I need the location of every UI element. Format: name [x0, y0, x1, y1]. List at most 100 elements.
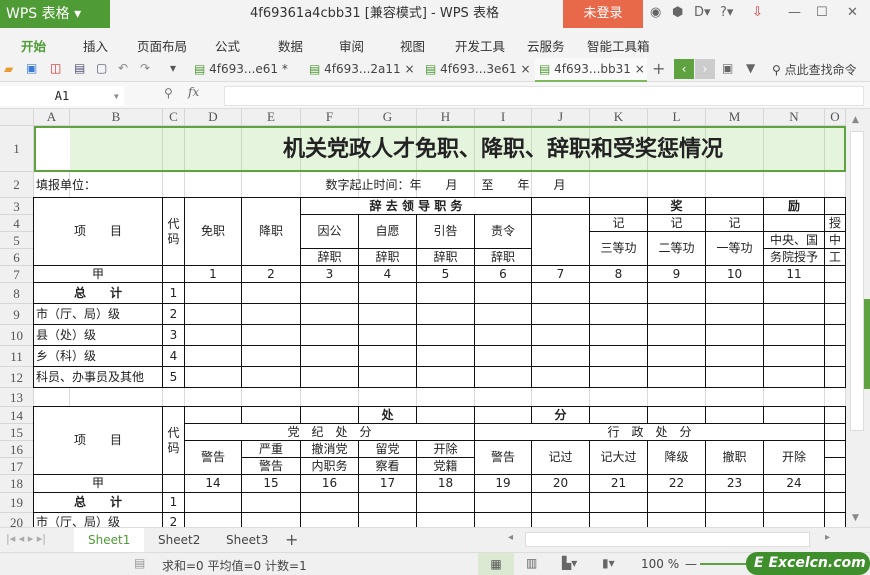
cell-e18[interactable]: 15 [241, 474, 301, 493]
cell-c12[interactable]: 5 [162, 366, 185, 388]
cell-n16[interactable]: 开除 [763, 440, 825, 475]
form-cell[interactable] [763, 492, 825, 513]
cell-e16[interactable]: 严重 [241, 440, 301, 458]
cell-g18[interactable]: 17 [358, 474, 417, 493]
zoom-slider[interactable] [700, 563, 750, 565]
grid-cell[interactable] [301, 388, 359, 407]
form-cell[interactable] [824, 492, 846, 513]
skin-icon[interactable]: ◉ [650, 5, 661, 20]
cell-l5[interactable]: 二等功 [647, 231, 706, 266]
row-header[interactable]: 12 [0, 367, 34, 388]
cell-l4[interactable]: 记 [647, 214, 706, 232]
cell-a11[interactable]: 乡（科）级 [33, 345, 163, 367]
form-cell[interactable] [531, 366, 590, 388]
open-icon[interactable]: ▰ [4, 62, 13, 76]
grid-cell[interactable] [163, 388, 185, 407]
cell-h4[interactable]: 引咎 [416, 214, 475, 249]
cell-g7[interactable]: 4 [358, 265, 417, 283]
form-cell[interactable] [416, 282, 475, 304]
column-header[interactable]: N [764, 109, 825, 126]
column-header[interactable]: C [163, 109, 185, 126]
column-header[interactable]: J [532, 109, 590, 126]
form-cell[interactable] [416, 324, 475, 346]
tab-prev-icon[interactable]: ‹ [674, 59, 694, 79]
cell-n18[interactable]: 24 [763, 474, 825, 493]
row-header[interactable]: 6 [0, 249, 34, 266]
form-cell[interactable] [416, 303, 475, 325]
form-cell[interactable] [647, 303, 706, 325]
form-cell[interactable] [416, 345, 475, 367]
grid-cell[interactable] [242, 172, 301, 198]
menu-smart-tools[interactable]: 智能工具箱 [587, 36, 650, 55]
cell-f16[interactable]: 撤消党 [300, 440, 359, 458]
add-sheet-icon[interactable]: + [285, 530, 298, 549]
form-cell[interactable] [705, 406, 764, 424]
row-header[interactable]: 4 [0, 215, 34, 232]
formula-input[interactable] [224, 86, 864, 106]
select-all-corner[interactable] [0, 109, 34, 126]
cell-f3[interactable]: 辞 去 领 导 职 务 [300, 197, 532, 215]
cell-l18[interactable]: 22 [647, 474, 706, 493]
cell-a20[interactable]: 市（厅、局）级 [33, 512, 163, 527]
row-header[interactable]: 10 [0, 325, 34, 346]
form-cell[interactable] [474, 324, 532, 346]
form-cell[interactable] [531, 214, 590, 266]
row-header[interactable]: 19 [0, 493, 34, 513]
cell-h18[interactable]: 18 [416, 474, 475, 493]
form-cell[interactable] [358, 303, 417, 325]
form-cell[interactable] [300, 512, 359, 527]
form-cell[interactable] [474, 345, 532, 367]
cell-c20[interactable]: 2 [162, 512, 185, 527]
form-cell[interactable] [241, 406, 301, 424]
form-cell[interactable] [763, 303, 825, 325]
form-cell[interactable] [705, 303, 764, 325]
form-cell[interactable] [300, 345, 359, 367]
column-header[interactable]: O [825, 109, 846, 126]
grid-cell[interactable] [34, 388, 70, 407]
zoom-level[interactable]: 100 % [641, 557, 679, 571]
cell-e17[interactable]: 警告 [241, 457, 301, 475]
row-header[interactable]: 1 [0, 126, 34, 172]
form-cell[interactable] [824, 512, 846, 527]
form-cell[interactable] [763, 324, 825, 346]
cell-a14[interactable]: 项 目 [33, 406, 163, 475]
form-cell[interactable] [589, 324, 648, 346]
form-cell[interactable] [241, 512, 301, 527]
column-header[interactable]: G [359, 109, 417, 126]
form-cell[interactable] [241, 366, 301, 388]
menu-page-layout[interactable]: 页面布局 [137, 36, 187, 55]
form-cell[interactable] [416, 366, 475, 388]
cell-g17[interactable]: 察看 [358, 457, 417, 475]
scroll-up-icon[interactable]: ▲ [852, 115, 859, 125]
form-cell[interactable] [824, 303, 846, 325]
form-cell[interactable] [241, 492, 301, 513]
form-cell[interactable] [531, 324, 590, 346]
cell-f6[interactable]: 辞职 [300, 248, 359, 266]
form-cell[interactable] [824, 440, 846, 458]
help-icon[interactable]: ?▾ [720, 5, 733, 20]
cell-o5[interactable]: 中 [824, 231, 846, 249]
form-cell[interactable] [589, 282, 648, 304]
form-cell[interactable] [763, 345, 825, 367]
menu-formula[interactable]: 公式 [215, 36, 240, 55]
form-cell[interactable] [824, 265, 846, 283]
form-cell[interactable] [300, 492, 359, 513]
form-cell[interactable] [474, 303, 532, 325]
form-cell[interactable] [300, 406, 359, 424]
form-cell[interactable] [705, 197, 764, 215]
form-cell[interactable] [531, 512, 590, 527]
doc-tab[interactable]: ▤ 4f693...e61 * × [190, 58, 300, 98]
cell-k16[interactable]: 记大过 [589, 440, 648, 475]
form-cell[interactable] [184, 324, 242, 346]
form-cell[interactable] [474, 282, 532, 304]
form-cell[interactable] [241, 282, 301, 304]
grid-cell[interactable] [706, 172, 764, 198]
doc-tab-active[interactable]: ▤ 4f693...bb31 × [535, 58, 647, 82]
form-cell[interactable] [763, 366, 825, 388]
cell-a9[interactable]: 市（厅、局）级 [33, 303, 163, 325]
new-tab-icon[interactable]: + [652, 59, 665, 78]
form-cell[interactable] [531, 345, 590, 367]
form-cell[interactable] [763, 512, 825, 527]
undo-icon[interactable]: ↶ [118, 61, 128, 75]
cell-i18[interactable]: 19 [474, 474, 532, 493]
